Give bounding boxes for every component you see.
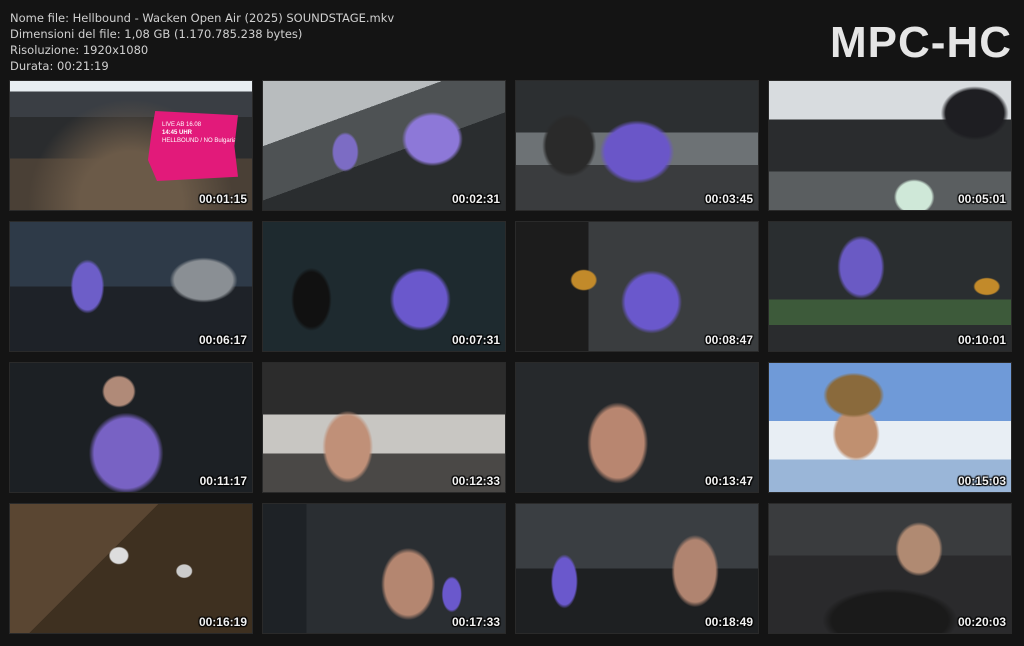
thumbnail[interactable]: LIVE AB 16.08 14:45 UHR HELLBOUND / NO B…: [9, 80, 253, 211]
file-name: Nome file: Hellbound - Wacken Open Air (…: [10, 11, 395, 25]
timestamp: 00:15:03: [957, 474, 1006, 488]
timestamp: 00:08:47: [704, 333, 753, 347]
thumbnail[interactable]: 00:05:01: [768, 80, 1012, 211]
timestamp: 00:18:49: [704, 615, 753, 629]
timestamp: 00:11:17: [199, 474, 247, 488]
thumbnail[interactable]: 00:20:03: [768, 503, 1012, 634]
promo-banner: LIVE AB 16.08 14:45 UHR HELLBOUND / NO B…: [148, 111, 238, 181]
thumbnail[interactable]: 00:18:49: [515, 503, 759, 634]
promo-line: 14:45 UHR: [162, 130, 193, 136]
thumbnail[interactable]: 00:13:47: [515, 362, 759, 493]
thumbnail[interactable]: 00:03:45: [515, 80, 759, 211]
timestamp: 00:20:03: [957, 615, 1006, 629]
timestamp: 00:17:33: [451, 615, 500, 629]
promo-line: LIVE AB 16.08: [162, 122, 202, 128]
timestamp: 00:13:47: [704, 474, 753, 488]
timestamp: 00:07:31: [451, 333, 500, 347]
thumbnail[interactable]: 00:06:17: [9, 221, 253, 352]
timestamp: 00:01:15: [198, 192, 247, 206]
duration: Durata: 00:21:19: [10, 59, 109, 73]
file-size: Dimensioni del file: 1,08 GB (1.170.785.…: [10, 27, 303, 41]
thumbnail[interactable]: 00:17:33: [262, 503, 506, 634]
timestamp: 00:05:01: [957, 192, 1006, 206]
thumbnail[interactable]: 00:11:17: [9, 362, 253, 493]
promo-line: HELLBOUND / NO Bulgaria: [162, 138, 237, 144]
timestamp: 00:16:19: [198, 615, 247, 629]
thumbnail[interactable]: 00:16:19: [9, 503, 253, 634]
thumbnail[interactable]: 00:08:47: [515, 221, 759, 352]
file-info: Nome file: Hellbound - Wacken Open Air (…: [10, 10, 394, 74]
resolution: Risoluzione: 1920x1080: [10, 43, 149, 57]
mpc-hc-logo: MPC-HC: [830, 18, 1012, 67]
timestamp: 00:03:45: [704, 192, 753, 206]
timestamp: 00:06:17: [198, 333, 247, 347]
timestamp: 00:02:31: [451, 192, 500, 206]
timestamp: 00:10:01: [957, 333, 1006, 347]
thumbnail-grid: LIVE AB 16.08 14:45 UHR HELLBOUND / NO B…: [9, 80, 1012, 634]
thumbnail[interactable]: 00:12:33: [262, 362, 506, 493]
timestamp: 00:12:33: [451, 474, 500, 488]
thumbnail[interactable]: 00:07:31: [262, 221, 506, 352]
thumbnail[interactable]: 00:02:31: [262, 80, 506, 211]
thumbnail[interactable]: 00:10:01: [768, 221, 1012, 352]
thumbnail[interactable]: 00:15:03: [768, 362, 1012, 493]
